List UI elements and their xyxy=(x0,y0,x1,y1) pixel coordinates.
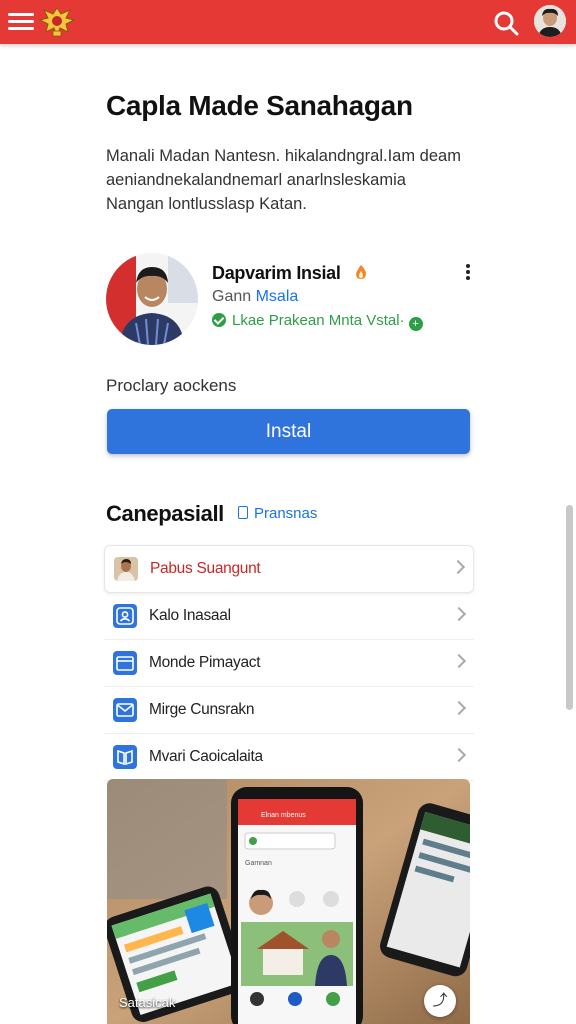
chevron-right-icon xyxy=(450,559,466,575)
profile-subtitle-prefix: Gann xyxy=(212,288,252,305)
list-item[interactable]: Mirge Cunsrakn xyxy=(104,687,474,734)
profile-status-text: Lkae Prakean Mnta Vstal· xyxy=(232,312,405,329)
list-item[interactable]: Monde Pimayact xyxy=(104,640,474,687)
plus-circle-icon[interactable]: + xyxy=(408,317,423,331)
profile-photo[interactable] xyxy=(106,253,198,345)
chevron-right-icon xyxy=(451,747,467,763)
chevron-right-icon xyxy=(451,606,467,622)
profile-subtitle-link[interactable]: Msala xyxy=(256,288,299,305)
verified-flame-icon xyxy=(354,264,368,280)
section-link[interactable]: Pransnas xyxy=(238,505,317,522)
check-circle-icon xyxy=(212,313,226,327)
hamburger-menu-icon[interactable] xyxy=(8,10,34,34)
page-title: Capla Made Sanahagan xyxy=(106,90,413,121)
hero-caption: Satasicak xyxy=(119,995,176,1010)
garuda-emblem-icon[interactable] xyxy=(38,4,76,40)
share-fab-icon[interactable]: ⤴ xyxy=(424,985,456,1017)
list-item-label: Kalo Inasaal xyxy=(149,607,231,624)
list-item-label: Pabus Suangunt xyxy=(150,560,261,577)
list-item-label: Mvari Caoicalaita xyxy=(149,748,263,765)
profile-subtitle: Gann Msala xyxy=(212,288,298,306)
person-icon xyxy=(113,604,137,628)
search-icon[interactable] xyxy=(492,9,520,37)
list-item-label: Mirge Cunsrakn xyxy=(149,701,255,718)
more-options-icon[interactable] xyxy=(460,262,476,286)
book-icon xyxy=(113,745,137,769)
install-label: Proclary aockens xyxy=(106,376,237,395)
section-link-label: Pransnas xyxy=(254,505,318,522)
scrollbar-thumb[interactable] xyxy=(566,505,573,710)
section-title: Canepasiall xyxy=(106,501,224,526)
phone-field-text: Gamnan xyxy=(245,860,272,867)
phone-header-text: Elnan mbenus xyxy=(261,812,306,819)
page-description: Manali Madan Nantesn. hikalandngral.Iam … xyxy=(106,147,461,213)
phone-icon xyxy=(238,506,248,519)
list-item[interactable]: Kalo Inasaal xyxy=(104,593,474,640)
section-list: Pabus Suangunt Kalo Inasaal Monde Pimaya… xyxy=(104,545,474,781)
list-item[interactable]: Pabus Suangunt xyxy=(104,545,474,593)
top-app-bar xyxy=(0,0,576,44)
chevron-right-icon xyxy=(451,700,467,716)
list-item-label: Monde Pimayact xyxy=(149,654,261,671)
profile-name: Dapvarim Insial xyxy=(212,263,341,283)
user-avatar[interactable] xyxy=(534,5,566,37)
list-item[interactable]: Mvari Caoicalaita xyxy=(104,734,474,781)
install-button[interactable]: Instal xyxy=(107,409,470,454)
profile-status: Lkae Prakean Mnta Vstal· + xyxy=(212,312,423,331)
hero-image[interactable]: Elnan mbenus Gamnan Satasicak xyxy=(107,779,470,1024)
chevron-right-icon xyxy=(451,653,467,669)
mail-icon xyxy=(113,698,137,722)
thumbnail-photo-icon xyxy=(114,557,138,581)
folder-icon xyxy=(113,651,137,675)
